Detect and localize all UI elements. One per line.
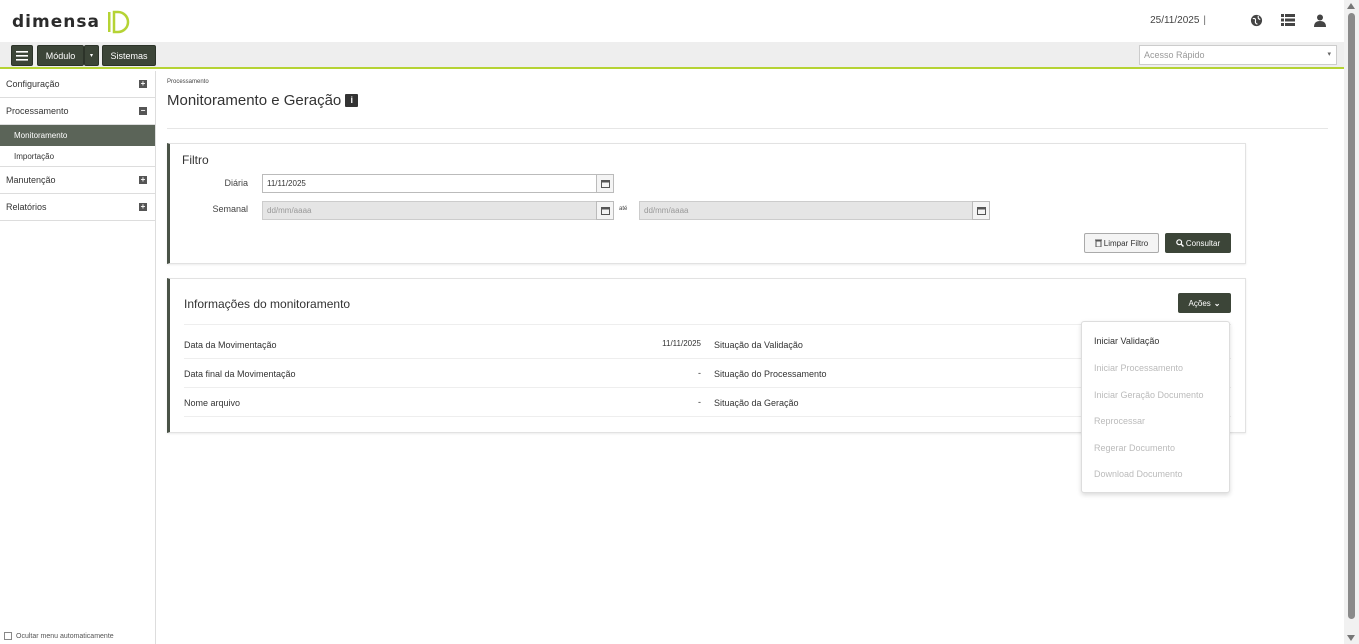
sidebar-subitem-monitoramento[interactable]: Monitoramento [0,125,155,146]
expand-icon: + [139,175,147,184]
acoes-button[interactable]: Ações ⌄ [1178,293,1231,313]
filter-title: Filtro [182,153,209,167]
hamburger-icon [16,50,28,61]
header-tools: 25/11/2025 | [1150,12,1328,28]
current-date: 25/11/2025 [1150,14,1200,26]
semanal-to-calendar-button[interactable] [972,201,990,220]
sidebar-subitem-importacao[interactable]: Importação [0,146,155,167]
quick-access-select[interactable]: Acesso Rápido ▾ [1139,45,1337,65]
acoes-label: Ações [1188,298,1211,308]
expand-icon: + [139,202,147,211]
movimentacao-final-label: Data final da Movimentação [184,369,296,379]
semanal-to-input[interactable]: dd/mm/aaaa [639,201,973,220]
hide-menu-label: Ocultar menu automaticamente [16,632,114,640]
validacao-status-label: Situação da Validação [714,340,803,350]
dimensa-logo[interactable]: dimensa [12,10,130,34]
sidebar-item-relatorios[interactable]: Relatórios + [0,194,155,221]
calendar-icon [976,207,986,215]
ate-label: até [619,206,628,212]
diaria-label: Diária [224,178,248,188]
consultar-button[interactable]: Consultar [1165,233,1231,253]
trash-icon [1094,239,1102,247]
main-navbar: Módulo ▾ Sistemas Acesso Rápido ▾ [0,42,1344,69]
scroll-up-arrow-icon[interactable] [1347,3,1355,9]
quick-access-placeholder: Acesso Rápido [1144,50,1205,60]
collapse-icon: − [139,106,147,115]
sidebar-item-label: Processamento [6,106,69,116]
top-header: dimensa 25/11/2025 | [0,0,1344,42]
expand-icon: + [139,79,147,88]
monitor-title: Informações do monitoramento [184,297,351,311]
semanal-from-calendar-button[interactable] [596,201,614,220]
diaria-calendar-button[interactable] [596,174,614,193]
nome-arquivo-value: - [698,397,701,407]
menu-item-iniciar-processamento[interactable]: Iniciar Processamento [1094,363,1183,373]
movimentacao-label: Data da Movimentação [184,340,277,350]
page-title-text: Monitoramento e Geração [167,92,342,109]
list-icon[interactable] [1280,12,1296,28]
caret-down-icon: ▾ [89,53,93,59]
globe-icon[interactable] [1248,12,1264,28]
modulo-dropdown-toggle[interactable]: ▾ [84,45,99,66]
header-divider [184,324,1231,325]
modulo-button[interactable]: Módulo [37,45,84,66]
menu-item-iniciar-validacao[interactable]: Iniciar Validação [1094,336,1159,346]
scroll-down-arrow-icon[interactable] [1347,635,1355,641]
semanal-from-input[interactable]: dd/mm/aaaa [262,201,597,220]
movimentacao-value: 11/11/2025 [662,339,701,348]
breadcrumb[interactable]: Processamento [167,79,209,85]
nome-arquivo-label: Nome arquivo [184,398,241,408]
menu-item-iniciar-geracao-documento[interactable]: Iniciar Geração Documento [1094,390,1204,400]
hide-menu-toggle[interactable]: Ocultar menu automaticamente [4,632,114,640]
logo-text: dimensa [12,12,100,32]
sidebar-item-label: Manutenção [6,175,56,185]
row-divider [184,416,1231,417]
clear-filter-button[interactable]: Limpar Filtro [1084,233,1159,253]
scrollbar-thumb[interactable] [1348,13,1355,619]
page-title: Monitoramento e Geração i [167,92,359,109]
user-icon[interactable] [1312,12,1328,28]
filter-panel: Filtro Diária 11/11/2025 Semanal dd/mm/a… [167,143,1246,264]
row-divider [184,358,1231,359]
movimentacao-final-value: - [698,368,701,378]
processamento-status-label: Situação do Processamento [714,369,827,379]
calendar-icon [600,207,610,215]
title-divider [167,128,1328,129]
sistemas-button[interactable]: Sistemas [102,45,156,66]
sidebar-item-label: Configuração [6,79,60,89]
sidebar-item-manutencao[interactable]: Manutenção + [0,167,155,194]
sidebar-item-processamento[interactable]: Processamento − [0,98,155,125]
acoes-dropdown-menu: Iniciar Validação Iniciar Processamento … [1081,321,1230,493]
page-scrollbar[interactable] [1344,0,1359,644]
info-icon[interactable]: i [345,94,359,107]
search-icon [1176,239,1184,247]
menu-item-download-documento[interactable]: Download Documento [1094,469,1183,479]
hamburger-menu-button[interactable] [11,45,33,66]
calendar-icon [600,180,610,188]
chevron-down-icon: ⌄ [1213,298,1221,308]
menu-item-reprocessar[interactable]: Reprocessar [1094,416,1145,426]
clear-filter-label: Limpar Filtro [1103,238,1149,248]
geracao-status-label: Situação da Geração [714,398,799,408]
diaria-date-input[interactable]: 11/11/2025 [262,174,597,193]
sidebar-item-label: Relatórios [6,202,47,212]
menu-item-regerar-documento[interactable]: Regerar Documento [1094,443,1175,453]
sidebar-item-configuracao[interactable]: Configuração + [0,71,155,98]
semanal-label: Semanal [212,204,248,214]
logo-mark-icon [106,10,130,34]
date-separator: | [1203,14,1206,26]
row-divider [184,387,1231,388]
hide-menu-checkbox[interactable] [4,632,12,640]
consultar-label: Consultar [1185,238,1221,248]
sidebar: Configuração + Processamento − Monitoram… [0,71,156,644]
select-caret-icon: ▾ [1327,51,1331,58]
